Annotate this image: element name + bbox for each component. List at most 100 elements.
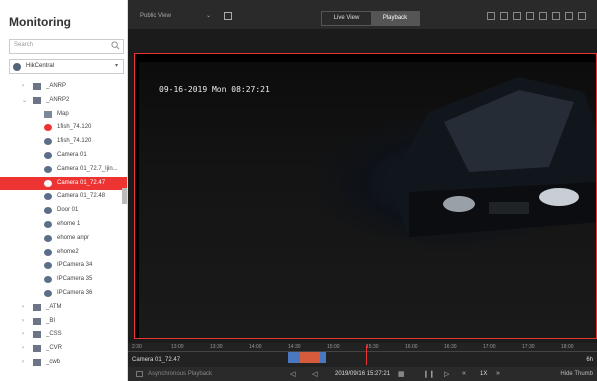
tree-group[interactable]: › _ANRP bbox=[0, 80, 127, 93]
camera-icon bbox=[44, 234, 52, 242]
slow-down-icon[interactable]: « bbox=[462, 370, 466, 377]
playback-controls: Asynchronous Playback ◁ ◁ 2019/09/16 15:… bbox=[128, 367, 597, 381]
async-playback-icon[interactable] bbox=[136, 371, 143, 377]
replay-icon[interactable] bbox=[487, 12, 495, 20]
tree-item-label: IPCamera 35 bbox=[57, 276, 93, 283]
file-icon[interactable] bbox=[500, 12, 508, 20]
tree-camera[interactable]: Camera 01 bbox=[0, 149, 127, 162]
chevron-right-icon[interactable]: › bbox=[22, 318, 24, 324]
page-title: Monitoring bbox=[9, 15, 71, 29]
timeline-tick-label: 16:00 bbox=[405, 344, 418, 350]
timeline-axis bbox=[128, 351, 597, 352]
pause-icon[interactable]: ❙❙ bbox=[423, 370, 435, 378]
tree-item-label: Camera 01_72.47 bbox=[57, 179, 106, 186]
chevron-right-icon[interactable]: › bbox=[22, 359, 24, 365]
grid-icon[interactable] bbox=[565, 12, 573, 20]
camera-icon bbox=[44, 179, 52, 187]
camera-icon bbox=[44, 193, 52, 201]
tree-camera[interactable]: Camera 01_72.7_Ijin... bbox=[0, 163, 127, 176]
resource-sidebar: Monitoring Search HikCentral ▾ › _ANRP ⌄ _A… bbox=[0, 0, 128, 381]
tree-item-label: ehome2 bbox=[57, 248, 79, 255]
tree-camera[interactable]: Door 01 bbox=[0, 204, 127, 217]
search-input[interactable]: Search bbox=[9, 39, 124, 54]
tree-group[interactable]: › _ATM bbox=[0, 301, 127, 314]
chevron-right-icon[interactable]: › bbox=[22, 83, 24, 89]
main-area: Public View ⌄ Live View Playback 09-16-2… bbox=[128, 0, 597, 381]
tree-item-label: IPCamera 34 bbox=[57, 262, 93, 269]
record-icon[interactable] bbox=[526, 12, 534, 20]
tree-camera[interactable]: Camera 01_72.47 bbox=[0, 176, 127, 190]
area-icon bbox=[33, 331, 41, 339]
tree-camera[interactable]: 1fish_74.120 bbox=[0, 135, 127, 148]
reverse-play-icon[interactable]: ◁ bbox=[312, 370, 317, 378]
tree-item-label: Camera 01_72.48 bbox=[57, 193, 106, 200]
view-selector[interactable]: Public View bbox=[140, 13, 171, 19]
chevron-right-icon[interactable]: › bbox=[22, 331, 24, 337]
tree-item-label: ehome 1 bbox=[57, 221, 81, 227]
globe-icon bbox=[13, 63, 21, 71]
chevron-down-icon[interactable]: ⌄ bbox=[22, 97, 27, 104]
tree-camera[interactable]: Camera 01_72.48 bbox=[0, 190, 127, 203]
camera-icon bbox=[44, 276, 52, 284]
tree-camera[interactable]: 1fish_74.120 bbox=[0, 121, 127, 134]
camera-icon bbox=[44, 138, 52, 146]
tree-group[interactable]: › _CSS bbox=[0, 328, 127, 341]
playback-timeline[interactable]: 2:30 13:00 13:30 14:00 14:30 15:00 15:30 16:00 1… bbox=[128, 343, 597, 367]
timeline-tick-label: 15:00 bbox=[327, 344, 340, 350]
tree-group[interactable]: ⌄ _ANRP2 bbox=[0, 94, 127, 107]
tree-map[interactable]: Map bbox=[0, 108, 127, 121]
camera-icon bbox=[44, 152, 52, 159]
speed-up-icon[interactable]: » bbox=[496, 370, 500, 377]
area-icon bbox=[33, 303, 41, 311]
tree-camera[interactable]: IPCamera 35 bbox=[0, 273, 127, 286]
tree-group[interactable]: › _cwb bbox=[0, 356, 127, 369]
tab-live-view[interactable]: Live View bbox=[322, 12, 371, 25]
playback-datetime[interactable]: 2019/09/16 15:27:21 bbox=[335, 371, 390, 377]
timeline-tick-label: 16:30 bbox=[444, 344, 457, 350]
timeline-tick-label: 2:30 bbox=[132, 344, 142, 350]
camera-tag: Camera 01_72.47 bbox=[132, 357, 181, 363]
tree-group[interactable]: › _CVR bbox=[0, 342, 127, 355]
timeline-tick-label: 13:30 bbox=[210, 344, 223, 350]
tab-playback[interactable]: Playback bbox=[371, 12, 419, 25]
save-view-icon[interactable] bbox=[224, 12, 232, 20]
app-window: Monitoring Search HikCentral ▾ › _ANRP ⌄ _A… bbox=[0, 0, 597, 381]
chevron-right-icon[interactable]: › bbox=[22, 345, 24, 351]
top-toolbar: Public View ⌄ Live View Playback bbox=[128, 0, 597, 29]
tree-camera[interactable]: ehome 1 bbox=[0, 218, 127, 231]
map-icon bbox=[44, 110, 52, 118]
timeline-span-label[interactable]: 6h bbox=[586, 357, 593, 363]
search-icon[interactable] bbox=[111, 41, 120, 50]
tree-group[interactable]: › _BI bbox=[0, 315, 127, 328]
tree-camera[interactable]: ehome anpr bbox=[0, 232, 127, 245]
event-segment bbox=[300, 352, 320, 363]
prev-frame-icon[interactable]: ◁ bbox=[290, 370, 295, 378]
hide-thumbnail-button[interactable]: Hide Thumb bbox=[560, 371, 593, 377]
tree-camera[interactable]: IPCamera 36 bbox=[0, 287, 127, 300]
area-icon bbox=[33, 96, 41, 104]
settings-icon[interactable] bbox=[539, 12, 547, 20]
timeline-tick-label: 13:00 bbox=[171, 344, 184, 350]
export-icon[interactable] bbox=[513, 12, 521, 20]
tree-camera[interactable]: ehome2 bbox=[0, 246, 127, 259]
tree-item-label: IPCamera 36 bbox=[57, 290, 93, 296]
camera-alarm-icon bbox=[44, 124, 52, 132]
area-icon bbox=[33, 345, 41, 353]
chevron-right-icon[interactable]: › bbox=[22, 304, 24, 310]
chevron-down-icon[interactable]: ⌄ bbox=[206, 12, 211, 19]
area-icon bbox=[33, 83, 41, 90]
layout-icon[interactable] bbox=[552, 12, 560, 20]
next-frame-icon[interactable]: ▷ bbox=[444, 370, 449, 378]
video-playback-frame: 09-16-2019 Mon 08:27:21 bbox=[139, 62, 596, 338]
video-window[interactable]: 09-16-2019 Mon 08:27:21 bbox=[134, 53, 597, 339]
tree-item-label: _ANRP2 bbox=[46, 96, 70, 103]
async-playback-label[interactable]: Asynchronous Playback bbox=[148, 371, 212, 377]
tree-item-label: _cwb bbox=[46, 359, 61, 365]
site-selector[interactable]: HikCentral ▾ bbox=[9, 59, 124, 74]
calendar-icon[interactable]: ▦ bbox=[398, 370, 405, 378]
timeline-tick-label: 15:30 bbox=[366, 344, 379, 350]
tree-item-label: _ATM bbox=[46, 303, 62, 310]
fullscreen-icon[interactable] bbox=[578, 12, 586, 20]
timeline-cursor[interactable] bbox=[366, 345, 367, 365]
tree-camera[interactable]: IPCamera 34 bbox=[0, 259, 127, 272]
